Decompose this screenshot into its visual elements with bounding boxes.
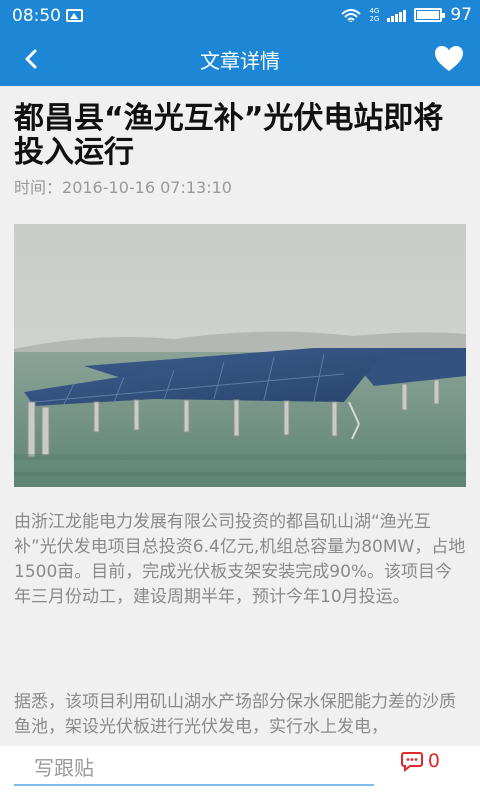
page-title: 文章详情 xyxy=(200,49,280,73)
network-top-label: 4G xyxy=(369,7,380,15)
article-paragraph-1: 由浙江龙能电力发展有限公司投资的都昌矶山湖“渔光互补”光伏发电项目总投资6.4亿… xyxy=(14,512,466,607)
publish-time: 2016-10-16 07:13:10 xyxy=(62,178,232,197)
status-right-group: 4G 2G 97 xyxy=(341,5,472,25)
bottom-bar: 0 xyxy=(0,746,480,800)
comment-count: 0 xyxy=(427,750,440,772)
favorite-button[interactable] xyxy=(432,42,466,76)
signal-icon xyxy=(387,8,407,22)
network-type-labels: 4G 2G xyxy=(369,7,379,23)
battery-icon xyxy=(414,8,446,22)
reply-input[interactable] xyxy=(14,752,374,786)
gallery-icon xyxy=(66,9,83,22)
battery-level: 97 xyxy=(450,5,472,25)
article-photo xyxy=(14,224,466,487)
article-paragraph-2: 据悉，该项目利用矶山湖水产场部分保水保肥能力差的沙质鱼池，架设光伏板进行光伏发电… xyxy=(14,692,456,737)
heart-icon xyxy=(435,46,463,71)
status-time: 08:50 xyxy=(12,6,61,26)
title-bar: 文章详情 xyxy=(0,32,480,86)
article-meta: 时间：2016-10-16 07:13:10 xyxy=(14,174,232,198)
network-bottom-label: 2G xyxy=(369,15,380,23)
comment-icon xyxy=(400,752,423,772)
time-label: 时间： xyxy=(14,178,63,197)
article-title: 都昌县“渔光互补”光伏电站即将投入运行 xyxy=(14,101,444,170)
status-bar: 08:50 4G 2G 97 xyxy=(0,0,480,32)
article-content[interactable]: 都昌县“渔光互补”光伏电站即将投入运行 时间：2016-10-16 07:13:… xyxy=(0,86,480,746)
comment-count-button[interactable]: 0 xyxy=(400,750,440,772)
wifi-icon xyxy=(341,8,362,22)
